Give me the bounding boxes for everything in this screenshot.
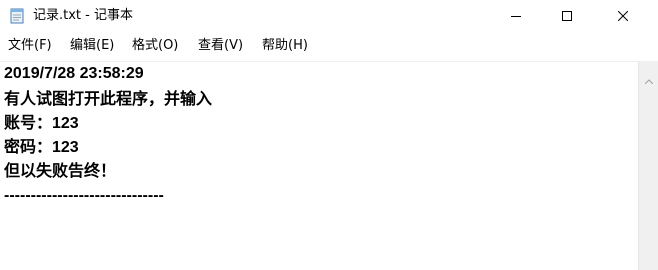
close-button[interactable] [600, 0, 646, 32]
vertical-scrollbar[interactable] [638, 61, 658, 270]
window-title: 记录.txt - 记事本 [33, 8, 133, 23]
text-line-result: 但以失败告终！ [4, 163, 117, 180]
close-icon [618, 11, 628, 21]
menu-file[interactable]: 文件(F) [8, 38, 52, 54]
minimize-button[interactable] [493, 0, 539, 32]
menu-help[interactable]: 帮助(H) [262, 38, 308, 54]
maximize-icon [562, 11, 572, 21]
text-line-timestamp: 2019/7/28 23:58:29 [4, 65, 144, 82]
menu-view[interactable]: 查看(V) [198, 38, 243, 54]
notepad-window: 记录.txt - 记事本 文件(F) 编辑(E) 格式(O) 查看(V) 帮助(… [0, 0, 658, 270]
text-line-password: 密码：123 [4, 139, 79, 156]
notepad-icon [10, 8, 24, 24]
title-bar[interactable]: 记录.txt - 记事本 [0, 0, 658, 32]
scroll-up-arrow-icon[interactable] [644, 69, 654, 88]
menu-edit[interactable]: 编辑(E) [70, 38, 114, 54]
maximize-button[interactable] [544, 0, 590, 32]
menu-bar: 文件(F) 编辑(E) 格式(O) 查看(V) 帮助(H) [0, 32, 658, 60]
menu-format[interactable]: 格式(O) [132, 38, 178, 54]
text-line-account: 账号：123 [4, 115, 79, 132]
text-editor-area[interactable]: 2019/7/28 23:58:29 有人试图打开此程序，并输入 账号：123 … [0, 61, 638, 270]
text-line-message: 有人试图打开此程序，并输入 [4, 91, 213, 108]
minimize-icon [511, 16, 521, 17]
text-line-separator: ------------------------------ [4, 187, 164, 204]
